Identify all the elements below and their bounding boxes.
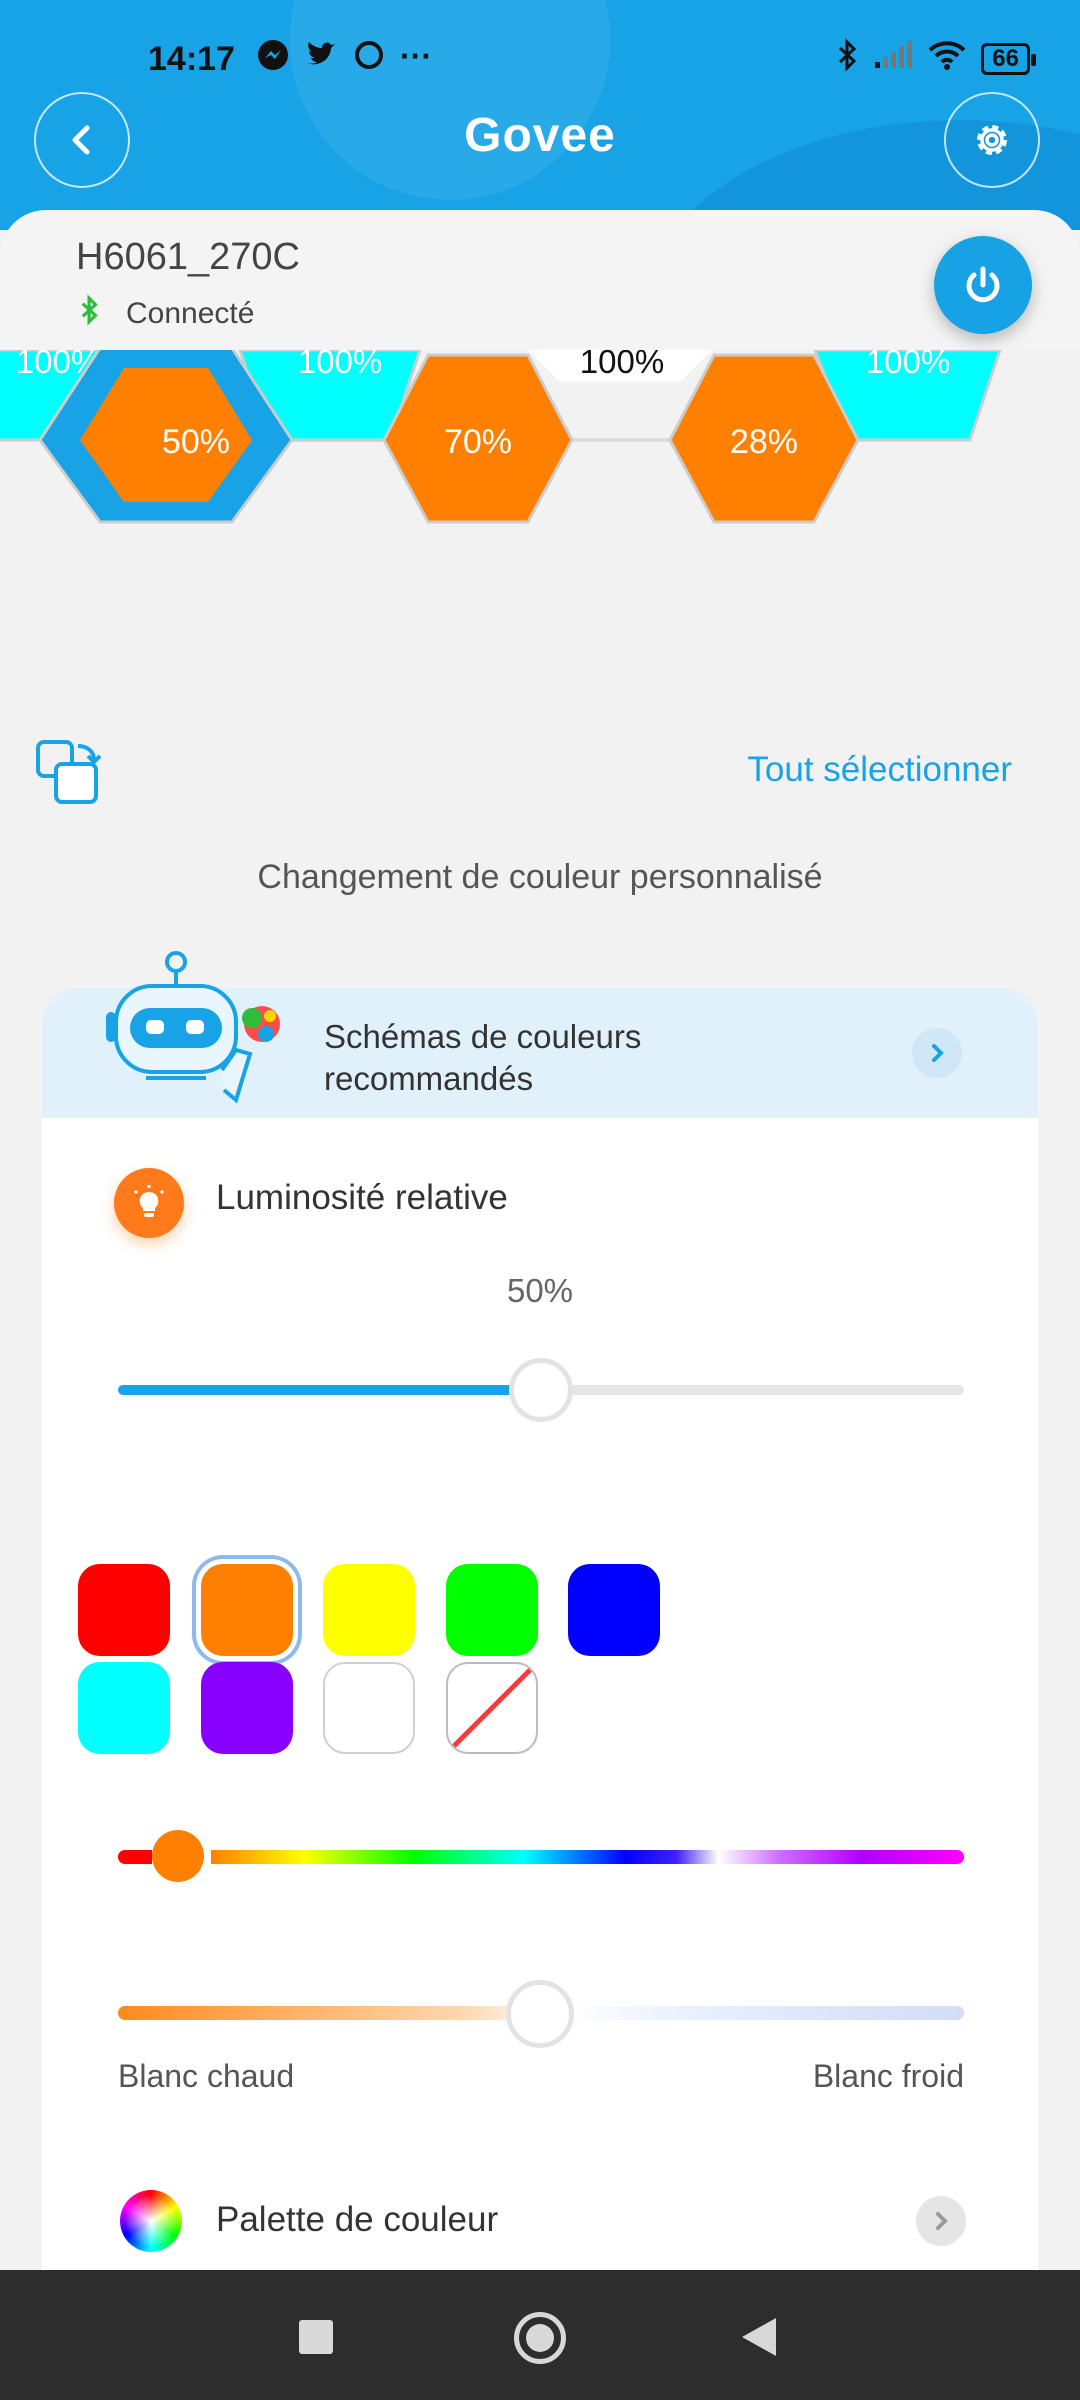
app-header: 14:17 ··· 66 Govee <box>0 0 1080 230</box>
chevron-right-icon <box>912 1028 962 1078</box>
hue-thumb[interactable] <box>152 1830 204 1882</box>
home-button[interactable] <box>514 2312 566 2364</box>
header-decoration <box>290 0 610 200</box>
color-swatch-red[interactable] <box>78 1564 170 1656</box>
panel-label: 28% <box>730 423 798 461</box>
connection-status: Connecté <box>80 294 254 334</box>
panel-hex[interactable]: 100% <box>527 350 713 382</box>
brightness-bulb-icon <box>114 1168 184 1238</box>
device-name: H6061_270C <box>76 236 300 278</box>
panel-label: 100% <box>580 350 664 380</box>
color-swatch-green[interactable] <box>445 1564 538 1656</box>
select-all-link[interactable]: Tout sélectionner <box>747 750 1012 790</box>
slider-thumb[interactable] <box>509 1358 573 1422</box>
signal-icon <box>873 40 913 78</box>
settings-button[interactable] <box>944 92 1040 188</box>
color-swatch-orange[interactable] <box>200 1564 293 1656</box>
panel-label: 100% <box>298 350 382 380</box>
color-swatch-blue[interactable] <box>568 1564 660 1656</box>
panel-layout: 100% 100% 100% 100% 50% 70% 28% <box>0 350 1080 540</box>
color-swatch-yellow[interactable] <box>323 1564 415 1656</box>
recents-button[interactable] <box>299 2320 333 2354</box>
panel-label: 70% <box>444 423 512 461</box>
chevron-right-icon <box>916 2196 966 2246</box>
status-time: 14:17 <box>148 40 235 78</box>
brand-logo: Govee <box>464 109 616 162</box>
robot-icon <box>66 950 306 1110</box>
brightness-label: Luminosité relative <box>216 1178 508 1217</box>
color-swatch-cyan[interactable] <box>78 1662 170 1754</box>
section-title: Changement de couleur personnalisé <box>257 858 823 896</box>
color-control-panel: Luminosité relative 50% Blanc chaud Blan… <box>42 1118 1038 2270</box>
sync-panels-icon[interactable] <box>34 738 104 808</box>
recommended-label: Schémas de couleurs recommandés <box>324 1018 642 1097</box>
circle-app-icon <box>352 38 386 80</box>
palette-label: Palette de couleur <box>216 2200 499 2239</box>
twitter-icon <box>304 38 338 80</box>
slider-fill <box>118 1385 541 1395</box>
brightness-value: 50% <box>506 1272 574 1309</box>
color-swatch-purple[interactable] <box>200 1662 293 1754</box>
status-more: ··· <box>400 38 432 74</box>
power-button[interactable] <box>934 236 1032 334</box>
hue-track <box>118 1850 964 1864</box>
bluetooth-icon <box>837 38 859 80</box>
messenger-icon <box>256 38 290 80</box>
battery-icon: 66 <box>981 43 1036 75</box>
recommended-schemes-row[interactable]: Schémas de couleurs recommandés <box>42 951 1038 1118</box>
color-swatch-off[interactable] <box>445 1662 538 1754</box>
connection-label: Connecté <box>126 297 255 330</box>
panel-label: 50% <box>162 423 230 461</box>
power-icon <box>966 266 1000 303</box>
bluetooth-connected-icon <box>80 294 100 334</box>
wifi-icon <box>927 39 967 79</box>
color-swatch-white[interactable] <box>323 1662 415 1754</box>
gear-icon <box>977 125 1007 155</box>
cool-white-label: Blanc froid <box>812 2058 964 2094</box>
panel-label: 100% <box>866 350 950 380</box>
warm-white-label: Blanc chaud <box>118 2058 295 2094</box>
system-nav-bar <box>0 2270 1080 2400</box>
temperature-thumb[interactable] <box>506 1980 574 2048</box>
system-back-button[interactable] <box>742 2318 776 2356</box>
color-wheel-icon <box>120 2190 182 2252</box>
status-bar: 14:17 ··· 66 <box>0 32 1080 82</box>
panel-hex[interactable]: 70% <box>382 353 574 524</box>
